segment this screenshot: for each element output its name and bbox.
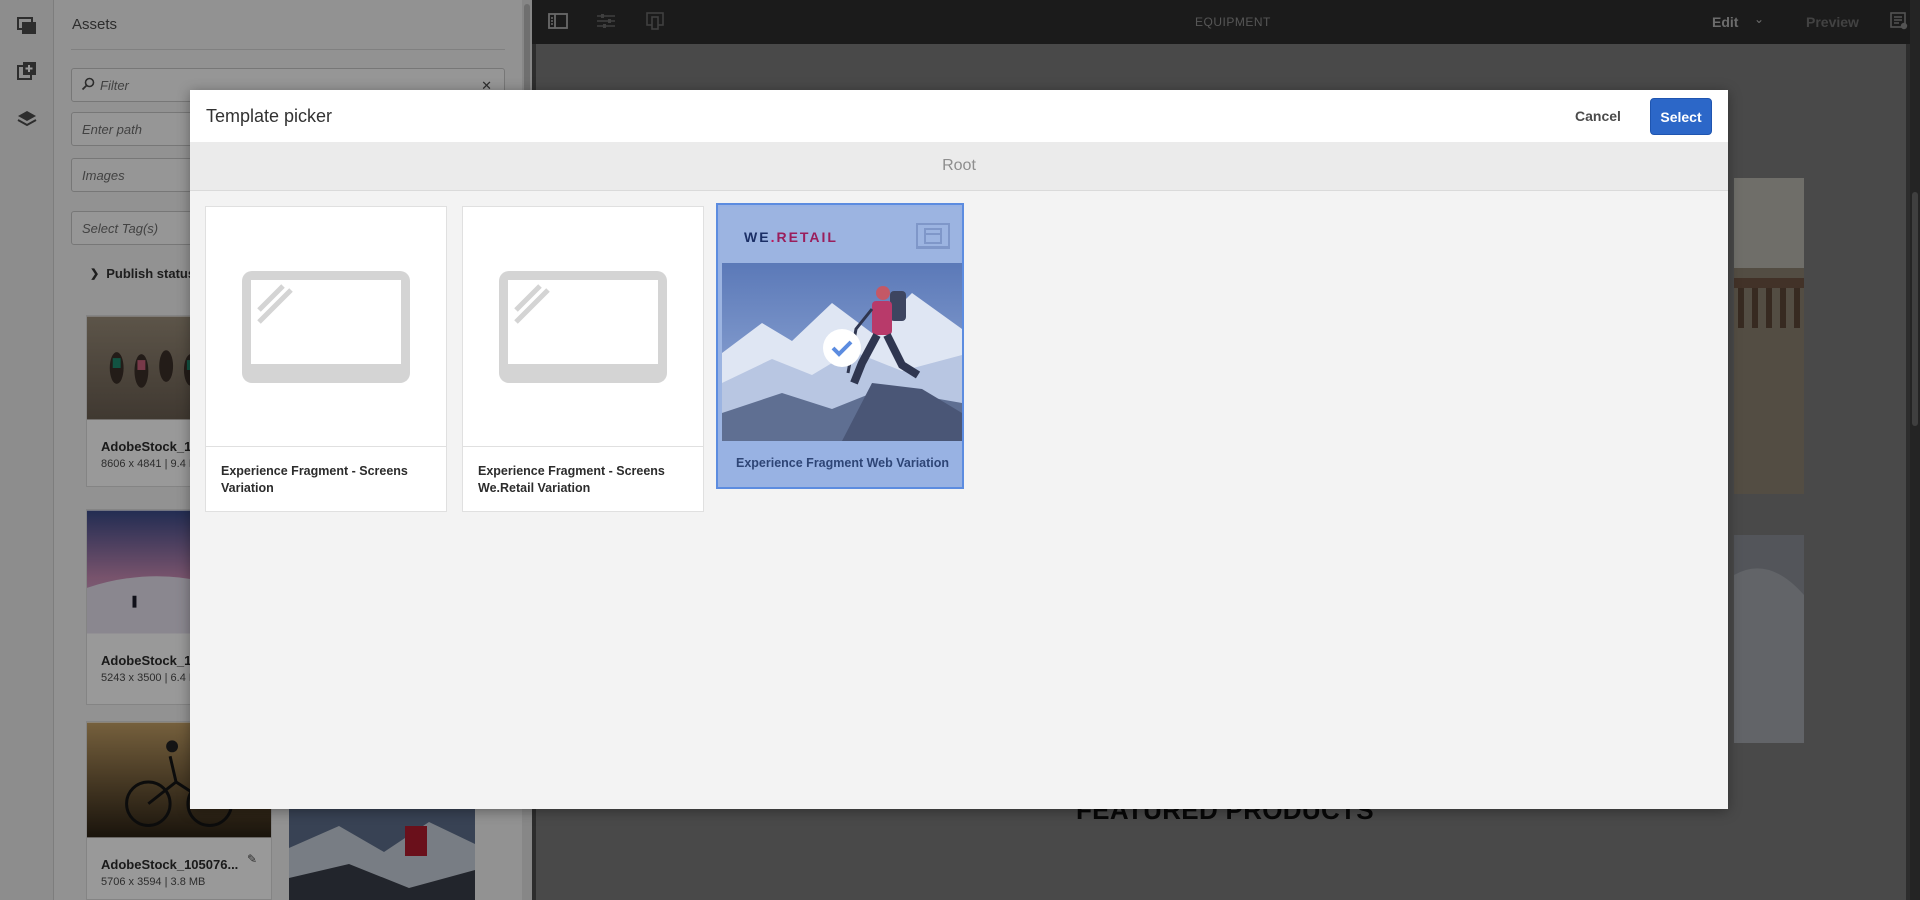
template-placeholder-icon: [242, 270, 410, 383]
template-thumbnail: [206, 207, 446, 447]
brand-logo: WE.RETAIL: [744, 229, 838, 245]
template-icon: [916, 223, 950, 249]
template-thumbnail: [463, 207, 703, 447]
template-placeholder-icon: [499, 270, 667, 383]
checkmark-icon: [823, 329, 861, 367]
template-card-screens-variation[interactable]: Experience Fragment - Screens Variation: [205, 206, 447, 512]
template-label: Experience Fragment Web Variation: [736, 456, 950, 470]
template-label: Experience Fragment - Screens We.Retail …: [478, 464, 665, 495]
select-button[interactable]: Select: [1650, 98, 1712, 135]
cancel-button[interactable]: Cancel: [1566, 99, 1630, 133]
template-thumbnail: WE.RETAIL: [720, 207, 962, 441]
breadcrumb-root[interactable]: Root: [942, 157, 976, 175]
template-card-screens-weretail-variation[interactable]: Experience Fragment - Screens We.Retail …: [462, 206, 704, 512]
dialog-title: Template picker: [206, 106, 333, 126]
template-label: Experience Fragment - Screens Variation: [221, 464, 408, 495]
dialog-header: Template picker Cancel Select: [190, 90, 1728, 142]
template-picker-dialog: Template picker Cancel Select Root Exper…: [190, 90, 1728, 809]
template-card-web-variation[interactable]: WE.RETAIL Experience Fragment Web Variat…: [716, 203, 964, 489]
breadcrumb: Root: [190, 142, 1728, 191]
